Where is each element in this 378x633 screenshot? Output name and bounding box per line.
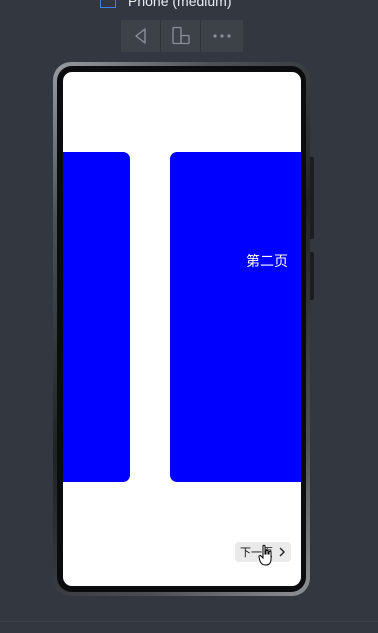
more-button[interactable] xyxy=(201,20,243,52)
more-icon xyxy=(213,34,231,38)
chevron-right-icon xyxy=(279,547,285,557)
device-selector[interactable]: Phone (medium) xyxy=(100,0,232,9)
bottom-divider xyxy=(0,621,378,622)
page-label: 第二页 xyxy=(246,254,288,270)
preview-toolbar xyxy=(121,20,243,52)
rotate-device-icon xyxy=(171,26,190,45)
power-button xyxy=(310,157,314,239)
phone-screen: 第二页 下一页 xyxy=(63,72,301,586)
mouse-cursor-icon xyxy=(258,544,272,566)
swiper-page-previous[interactable] xyxy=(63,152,130,482)
phone-icon xyxy=(100,0,116,8)
swiper-page-current[interactable] xyxy=(170,152,301,482)
back-button[interactable] xyxy=(121,20,161,52)
rotate-device-button[interactable] xyxy=(161,20,201,52)
device-name: Phone (medium) xyxy=(128,0,232,9)
volume-button xyxy=(310,252,314,300)
back-triangle-icon xyxy=(134,28,146,44)
